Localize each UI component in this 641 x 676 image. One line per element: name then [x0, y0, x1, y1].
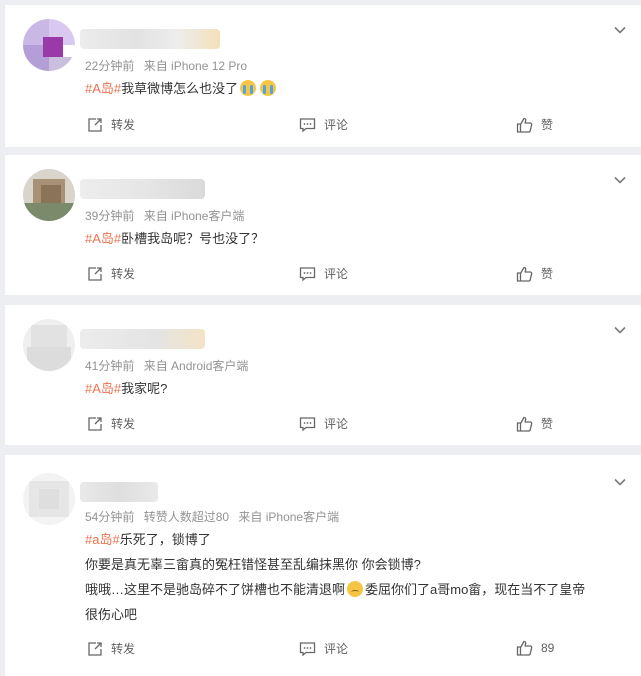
- comment-button[interactable]: 评论: [299, 415, 348, 432]
- comment-icon: [299, 416, 316, 431]
- thumbs-up-icon: [516, 640, 533, 656]
- source-client: 来自 iPhone客户端: [143, 209, 245, 223]
- comment-button[interactable]: 评论: [299, 640, 348, 657]
- thumbs-up-icon: [516, 117, 533, 133]
- username-blurred[interactable]: [80, 329, 205, 349]
- chevron-down-icon[interactable]: [613, 23, 627, 37]
- comment-icon: [299, 117, 316, 132]
- comment-icon: [299, 641, 316, 656]
- topic-tag[interactable]: #A岛#: [85, 231, 121, 246]
- comment-meta: 41分钟前 来自 Android客户端: [85, 357, 254, 374]
- cry-icon: [260, 80, 277, 96]
- repost-icon: [88, 641, 102, 656]
- repost-count-note: 转赞人数超过80: [143, 510, 230, 524]
- comment-meta: 54分钟前 转赞人数超过80 来自 iPhone客户端: [85, 508, 345, 525]
- comment-text: #A岛#卧槽我岛呢？号也没了？: [85, 231, 265, 246]
- timestamp: 54分钟前: [85, 510, 135, 524]
- comment-card: 22分钟前 来自 iPhone 12 Pro #A岛#我草微博怎么也没了 转发 …: [5, 5, 641, 147]
- topic-tag[interactable]: #A岛#: [85, 81, 121, 96]
- topic-tag[interactable]: #A岛#: [85, 381, 121, 396]
- comment-text: 哦哦…这里不是驰岛碎不了饼槽也不能清退啊 委屈你们了a哥mo畲，现在当不了皇帝: [85, 581, 586, 597]
- comment-card: 41分钟前 来自 Android客户端 #A岛#我家呢? 转发 评论 赞: [5, 305, 641, 445]
- chevron-down-icon[interactable]: [613, 475, 627, 489]
- like-button[interactable]: 赞: [516, 265, 553, 282]
- comment-text: #A岛#我草微博怎么也没了: [85, 78, 277, 97]
- avatar[interactable]: [23, 169, 75, 221]
- username-blurred[interactable]: [80, 179, 205, 199]
- chevron-down-icon[interactable]: [613, 323, 627, 337]
- source-client: 来自 Android客户端: [143, 359, 249, 373]
- repost-button[interactable]: 转发: [87, 265, 135, 282]
- repost-icon: [88, 117, 102, 132]
- repost-button[interactable]: 转发: [87, 640, 135, 657]
- avatar[interactable]: [23, 19, 75, 71]
- comment-text: 很伤心吧: [85, 607, 138, 622]
- timestamp: 41分钟前: [85, 359, 135, 373]
- timestamp: 22分钟前: [85, 59, 135, 73]
- thumbs-up-icon: [516, 416, 533, 432]
- repost-icon: [88, 416, 102, 431]
- username-blurred[interactable]: [80, 482, 158, 502]
- comment-text: #a岛#乐死了，锁博了: [85, 532, 211, 547]
- comment-text: #A岛#我家呢?: [85, 381, 168, 396]
- comment-meta: 22分钟前 来自 iPhone 12 Pro: [85, 57, 253, 74]
- comment-icon: [299, 266, 316, 281]
- chevron-down-icon[interactable]: [613, 173, 627, 187]
- comment-button[interactable]: 评论: [299, 116, 348, 133]
- comment-button[interactable]: 评论: [299, 265, 348, 282]
- comment-card: 39分钟前 来自 iPhone客户端 #A岛#卧槽我岛呢？号也没了？ 转发 评论…: [5, 155, 641, 295]
- like-count: 89: [541, 641, 555, 655]
- sad-icon: [347, 581, 364, 597]
- repost-button[interactable]: 转发: [87, 116, 135, 133]
- avatar[interactable]: [23, 319, 75, 371]
- repost-button[interactable]: 转发: [87, 415, 135, 432]
- like-button[interactable]: 赞: [516, 415, 553, 432]
- repost-icon: [88, 266, 102, 281]
- timestamp: 39分钟前: [85, 209, 135, 223]
- topic-tag[interactable]: #a岛#: [85, 532, 120, 547]
- comment-card: 54分钟前 转赞人数超过80 来自 iPhone客户端 #a岛#乐死了，锁博了 …: [5, 455, 641, 676]
- source-client: 来自 iPhone 12 Pro: [143, 59, 248, 73]
- avatar[interactable]: [23, 473, 75, 525]
- comment-meta: 39分钟前 来自 iPhone客户端: [85, 207, 250, 224]
- like-button[interactable]: 赞: [516, 116, 553, 133]
- thumbs-up-icon: [516, 266, 533, 282]
- source-client: 来自 iPhone客户端: [238, 510, 340, 524]
- username-blurred[interactable]: [80, 29, 220, 49]
- comment-text: 你要是真无辜三畲真的冤枉错怪甚至乱编抹黑你 你会锁博?: [85, 557, 421, 572]
- like-button[interactable]: 89: [516, 640, 554, 656]
- cry-icon: [240, 80, 257, 96]
